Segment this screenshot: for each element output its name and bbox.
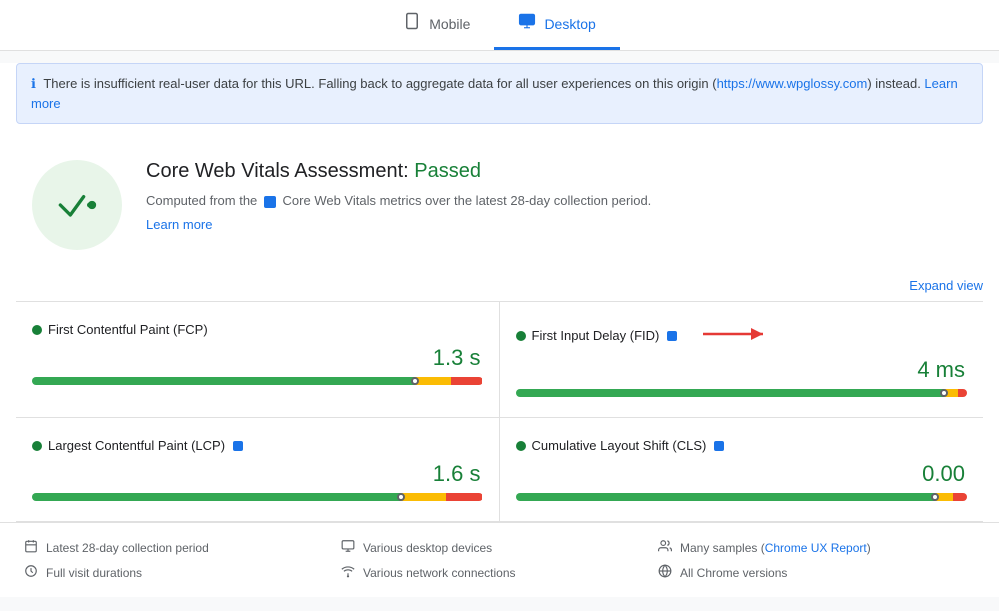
mobile-icon — [403, 12, 421, 35]
assessment-status: Passed — [414, 160, 481, 182]
banner-text-after: ) instead. — [867, 76, 924, 91]
assessment-icon — [32, 160, 122, 250]
main-content: ℹ There is insufficient real-user data f… — [0, 63, 999, 597]
calendar-icon — [24, 539, 38, 556]
footer-devices: Various desktop devices — [341, 539, 658, 556]
metric-cls: Cumulative Layout Shift (CLS) 0.00 — [500, 418, 984, 522]
metric-lcp-header: Largest Contentful Paint (LCP) — [32, 438, 483, 453]
footer-samples-text: Many samples (Chrome UX Report) — [680, 541, 871, 555]
crux-lcp-icon — [233, 441, 243, 451]
metric-fid-value: 4 ms — [516, 357, 968, 383]
metric-fid-header: First Input Delay (FID) — [516, 322, 968, 349]
tab-mobile-label: Mobile — [429, 16, 470, 32]
metric-lcp-name: Largest Contentful Paint (LCP) — [48, 438, 225, 453]
expand-bar: Expand view — [0, 274, 999, 301]
assessment-section: Core Web Vitals Assessment: Passed Compu… — [0, 136, 999, 274]
tab-desktop[interactable]: Desktop — [494, 0, 619, 50]
metric-fcp-header: First Contentful Paint (FCP) — [32, 322, 483, 337]
crux-icon — [264, 196, 276, 208]
metric-fcp-bar — [32, 377, 483, 385]
metric-cls-header: Cumulative Layout Shift (CLS) — [516, 438, 968, 453]
metric-cls-name: Cumulative Layout Shift (CLS) — [532, 438, 707, 453]
footer-samples: Many samples (Chrome UX Report) — [658, 539, 975, 556]
expand-view-button[interactable]: Expand view — [909, 278, 983, 293]
assessment-subtitle: Computed from the Core Web Vitals metric… — [146, 191, 651, 212]
dot-cls — [516, 441, 526, 451]
globe-icon — [658, 564, 672, 581]
desktop-devices-icon — [341, 539, 355, 556]
footer-info: Latest 28-day collection period Full vis… — [0, 522, 999, 597]
footer-col-1: Latest 28-day collection period Full vis… — [24, 539, 341, 581]
footer-collection-period: Latest 28-day collection period — [24, 539, 341, 556]
metric-fcp-name: First Contentful Paint (FCP) — [48, 322, 208, 337]
metric-cls-bar — [516, 493, 968, 501]
footer-network-text: Various network connections — [363, 566, 516, 580]
metric-cls-value: 0.00 — [516, 461, 968, 487]
metric-lcp-bar — [32, 493, 483, 501]
dot-lcp — [32, 441, 42, 451]
metric-fcp-value: 1.3 s — [32, 345, 483, 371]
footer-col-3: Many samples (Chrome UX Report) All Chro… — [658, 539, 975, 581]
arrow-annotation — [693, 322, 773, 349]
timer-icon — [24, 564, 38, 581]
metrics-grid: First Contentful Paint (FCP) 1.3 s First… — [16, 302, 983, 522]
footer-visit-text: Full visit durations — [46, 566, 142, 580]
banner-origin-link[interactable]: https://www.wpglossy.com — [717, 76, 868, 91]
metric-lcp: Largest Contentful Paint (LCP) 1.6 s — [16, 418, 500, 522]
crux-cls-icon — [714, 441, 724, 451]
banner: ℹ There is insufficient real-user data f… — [16, 63, 983, 124]
footer-chrome-versions: All Chrome versions — [658, 564, 975, 581]
tab-bar: Mobile Desktop — [0, 0, 999, 51]
metric-fid-name: First Input Delay (FID) — [532, 328, 660, 343]
footer-visit-duration: Full visit durations — [24, 564, 341, 581]
crux-fid-icon — [667, 331, 677, 341]
dot-fcp — [32, 325, 42, 335]
tab-mobile[interactable]: Mobile — [379, 0, 494, 50]
footer-devices-text: Various desktop devices — [363, 541, 492, 555]
assessment-content: Core Web Vitals Assessment: Passed Compu… — [146, 160, 651, 232]
desktop-icon-tab — [518, 12, 536, 35]
learn-more-link[interactable]: Learn more — [146, 217, 212, 232]
banner-text: There is insufficient real-user data for… — [43, 76, 716, 91]
assessment-title: Core Web Vitals Assessment: Passed — [146, 160, 651, 183]
footer-chrome-text: All Chrome versions — [680, 566, 787, 580]
users-icon — [658, 539, 672, 556]
footer-network: Various network connections — [341, 564, 658, 581]
metric-fid-bar — [516, 389, 968, 397]
footer-col-2: Various desktop devices Various network … — [341, 539, 658, 581]
dot-fid — [516, 331, 526, 341]
metric-fcp: First Contentful Paint (FCP) 1.3 s — [16, 302, 500, 418]
crux-report-link[interactable]: Chrome UX Report — [765, 541, 867, 555]
footer-collection-text: Latest 28-day collection period — [46, 541, 209, 555]
tab-desktop-label: Desktop — [544, 16, 595, 32]
info-icon: ℹ — [31, 76, 36, 91]
metric-fid: First Input Delay (FID) 4 ms — [500, 302, 984, 418]
metric-lcp-value: 1.6 s — [32, 461, 483, 487]
network-icon — [341, 564, 355, 581]
